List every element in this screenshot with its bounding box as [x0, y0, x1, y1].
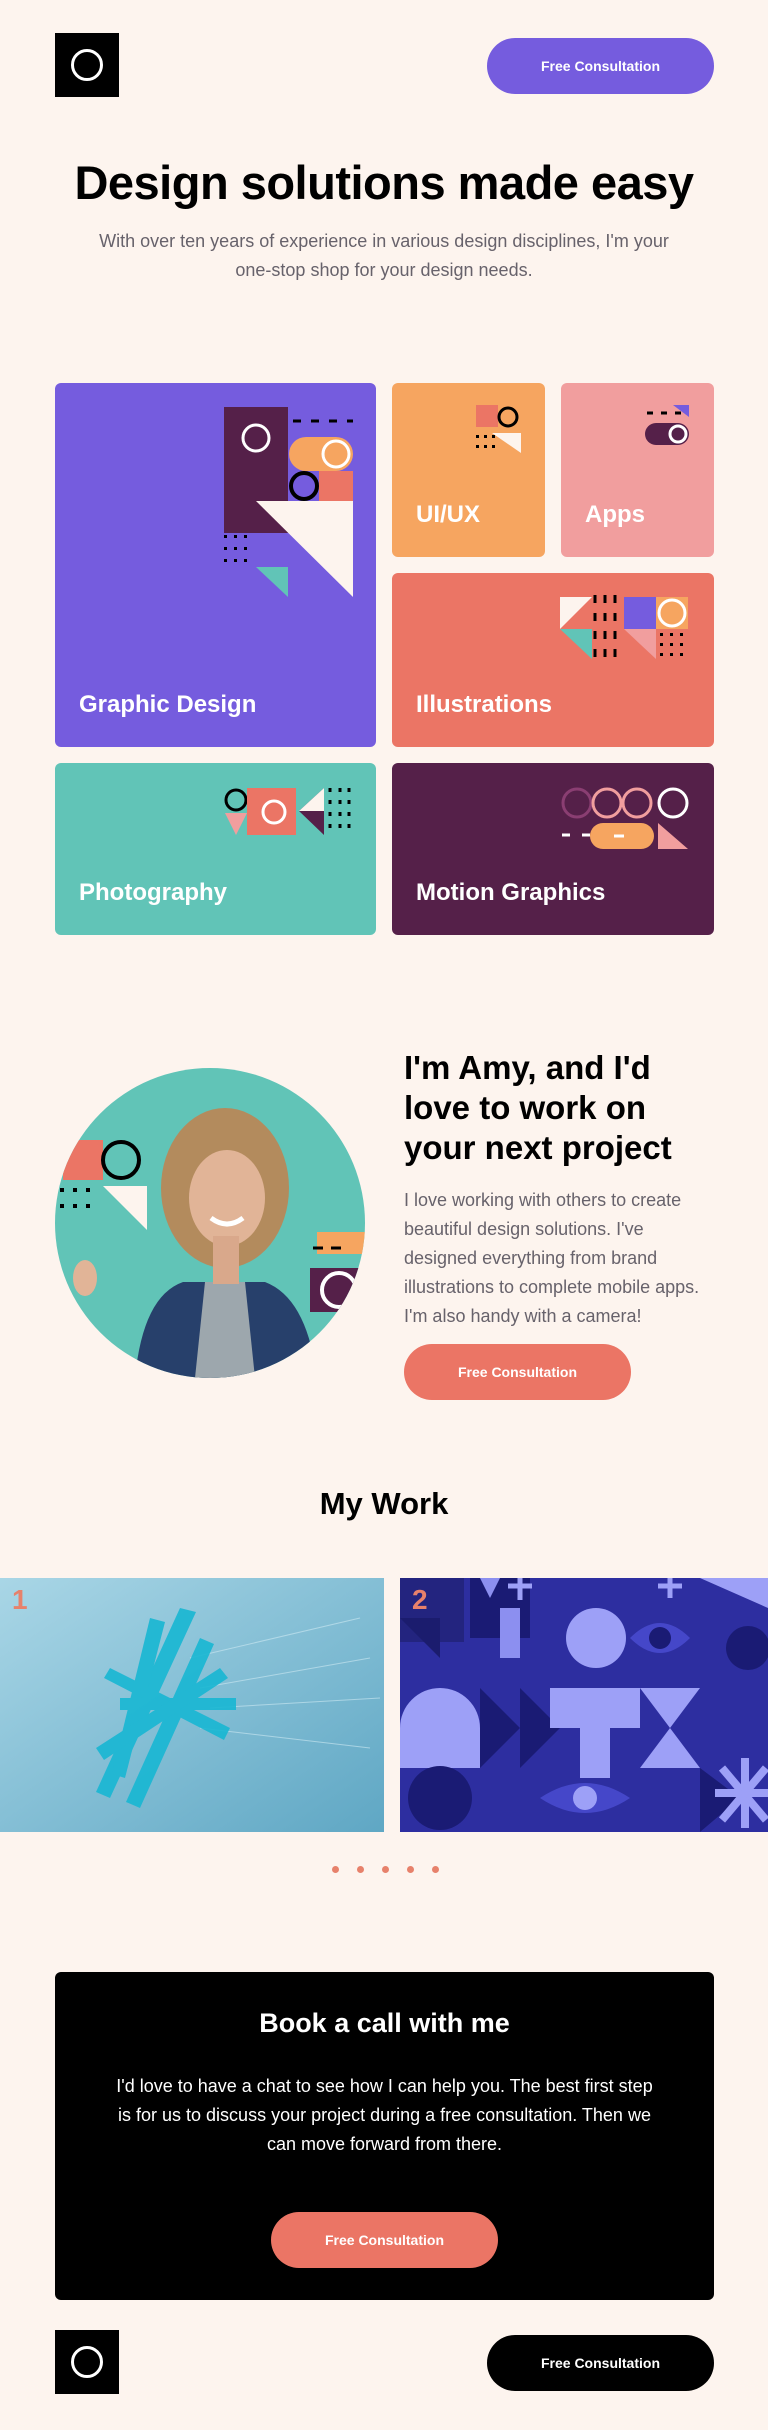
footer-consultation-button[interactable]: Free Consultation	[487, 2335, 714, 2391]
footer-logo[interactable]	[55, 2330, 119, 2394]
slide-number: 1	[12, 1584, 28, 1615]
about-consultation-button[interactable]: Free Consultation	[404, 1344, 631, 1400]
card-label: Photography	[79, 879, 227, 906]
book-title: Book a call with me	[259, 2008, 510, 2038]
profile-photo	[55, 1068, 365, 1378]
ui-ux-illustration	[476, 405, 521, 453]
card-label: Motion Graphics	[416, 879, 606, 906]
motion-graphics-illustration	[561, 787, 689, 849]
profile-illustration	[60, 1108, 365, 1378]
logo[interactable]	[55, 33, 119, 97]
header-consultation-button[interactable]: Free Consultation	[487, 38, 714, 94]
card-label: Graphic Design	[79, 691, 257, 718]
carousel-dot[interactable]	[332, 1866, 339, 1873]
carousel-dot[interactable]	[432, 1866, 439, 1873]
slide-1-image	[0, 1578, 384, 1832]
logo-ring-icon	[71, 2346, 103, 2378]
card-ui-ux[interactable]: UI/UX	[392, 383, 545, 557]
carousel-dot[interactable]	[357, 1866, 364, 1873]
card-label: Illustrations	[416, 691, 553, 718]
slide-number: 2	[412, 1584, 428, 1615]
about-text: I love working with others to create bea…	[404, 1190, 700, 1326]
about-title: I'm Amy, and I'd love to work on your ne…	[404, 1049, 672, 1166]
card-label: Apps	[585, 501, 645, 528]
apps-illustration	[645, 405, 689, 445]
hero-subtitle: With over ten years of experience in var…	[99, 231, 669, 280]
work-title: My Work	[319, 1486, 449, 1521]
card-photography[interactable]: Photography	[55, 763, 376, 935]
card-label: UI/UX	[416, 501, 481, 528]
card-motion-graphics[interactable]: Motion Graphics	[392, 763, 714, 935]
work-slide-1[interactable]: 1	[0, 1578, 384, 1832]
work-slide-2[interactable]: 2	[400, 1578, 768, 1832]
carousel-dot[interactable]	[407, 1866, 414, 1873]
book-text: I'd love to have a chat to see how I can…	[116, 2076, 653, 2154]
book-consultation-button[interactable]: Free Consultation	[271, 2212, 498, 2268]
hero-title: Design solutions made easy	[74, 156, 694, 209]
card-apps[interactable]: Apps	[561, 383, 714, 557]
photography-illustration	[224, 788, 351, 835]
book-call-section: Book a call with me I'd love to have a c…	[55, 1972, 714, 2300]
card-illustrations[interactable]: Illustrations	[392, 573, 714, 747]
slide-2-image	[400, 1578, 768, 1832]
card-graphic-design[interactable]: Graphic Design	[55, 383, 376, 747]
carousel-dot[interactable]	[382, 1866, 389, 1873]
illustrations-illustration	[560, 595, 688, 661]
logo-ring-icon	[71, 49, 103, 81]
